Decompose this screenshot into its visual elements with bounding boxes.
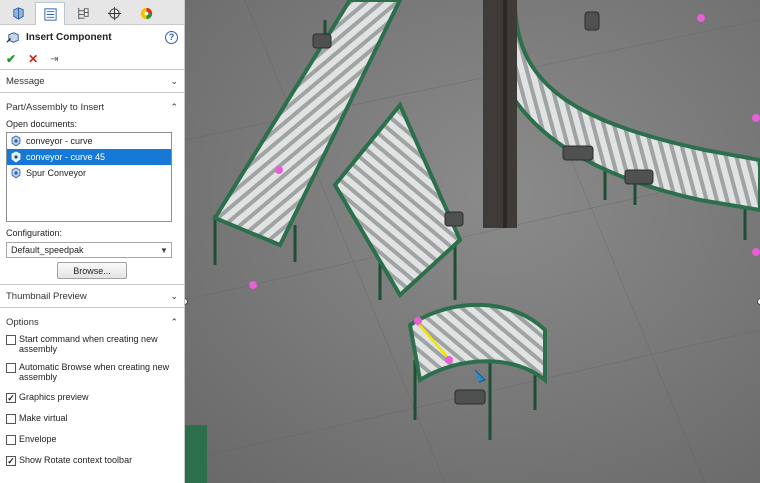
message-section-header[interactable]: Message ⌄	[0, 70, 184, 92]
part-assembly-section-header[interactable]: Part/Assembly to Insert ⌃	[0, 96, 184, 118]
chevron-up-icon[interactable]: ⌃	[170, 102, 178, 113]
assembly-graphics[interactable]	[185, 0, 760, 483]
option-label: Automatic Browse when creating new assem…	[19, 362, 170, 382]
checkbox[interactable]	[6, 414, 16, 424]
property-manager-icon	[43, 7, 57, 21]
document-name: Spur Conveyor	[26, 168, 87, 178]
page-title: Insert Component	[26, 31, 112, 43]
feature-manager-icon	[12, 7, 24, 20]
option-envelope[interactable]: Envelope	[0, 434, 184, 445]
option-rotate-toolbar[interactable]: ✓ Show Rotate context toolbar	[0, 455, 184, 466]
option-label: Graphics preview	[19, 392, 89, 402]
open-documents-list[interactable]: conveyor - curve conveyor - curve 45 Spu…	[6, 132, 172, 222]
thumbnail-section-label: Thumbnail Preview	[6, 290, 87, 302]
option-automatic-browse[interactable]: Automatic Browse when creating new assem…	[0, 362, 184, 382]
tab-display-manager[interactable]	[131, 2, 161, 25]
divider	[0, 307, 184, 308]
display-manager-icon	[140, 7, 152, 20]
chevron-down-icon[interactable]: ⌄	[170, 291, 178, 302]
checkbox[interactable]: ✓	[6, 393, 16, 403]
option-label: Start command when creating new assembly	[19, 334, 158, 354]
option-graphics-preview[interactable]: ✓ Graphics preview	[0, 392, 184, 403]
checkbox[interactable]	[6, 435, 16, 445]
thumbnail-section-header[interactable]: Thumbnail Preview ⌄	[0, 285, 184, 307]
option-make-virtual[interactable]: Make virtual	[0, 413, 184, 424]
chevron-down-icon[interactable]: ⌄	[170, 76, 178, 87]
browse-button[interactable]: Browse...	[57, 262, 127, 279]
checkbox[interactable]	[6, 335, 16, 345]
configuration-select[interactable]: Default_speedpak ▼	[6, 242, 172, 258]
document-name: conveyor - curve	[26, 136, 93, 146]
edge-conveyor-fragment	[185, 425, 207, 483]
manager-tabs	[0, 0, 184, 25]
tab-property-manager[interactable]	[35, 2, 65, 25]
option-start-command[interactable]: Start command when creating new assembly	[0, 334, 184, 354]
list-item[interactable]: conveyor - curve	[7, 133, 171, 149]
property-manager-header: Insert Component ?	[0, 25, 184, 49]
option-label: Show Rotate context toolbar	[19, 455, 133, 465]
help-icon[interactable]: ?	[165, 30, 178, 44]
cancel-button[interactable]: ✕	[28, 52, 38, 66]
chevron-up-icon[interactable]: ⌃	[170, 317, 178, 328]
configuration-value: Default_speedpak	[11, 245, 84, 255]
tab-feature-manager[interactable]	[3, 2, 33, 25]
document-name: conveyor - curve 45	[26, 152, 106, 162]
insert-component-icon	[6, 31, 19, 43]
ok-button[interactable]: ✔	[6, 52, 16, 66]
assembly-icon	[11, 167, 21, 179]
tab-dimxpert-manager[interactable]	[99, 2, 129, 25]
tab-configuration-manager[interactable]	[67, 2, 97, 25]
message-section-label: Message	[6, 75, 45, 87]
property-manager-panel: Insert Component ? ✔ ✕ ⇥ Message ⌄ Part/…	[0, 0, 185, 483]
configuration-label: Configuration:	[6, 228, 63, 238]
action-bar: ✔ ✕ ⇥	[0, 49, 184, 69]
list-item-selected[interactable]: conveyor - curve 45	[7, 149, 171, 165]
divider	[0, 92, 184, 93]
checkbox[interactable]	[6, 363, 16, 373]
graphics-viewport[interactable]	[185, 0, 760, 483]
list-item[interactable]: Spur Conveyor	[7, 165, 171, 181]
open-documents-label: Open documents:	[6, 119, 78, 129]
options-section-header[interactable]: Options ⌃	[0, 311, 184, 333]
configuration-manager-icon	[77, 7, 89, 20]
assembly-icon	[11, 151, 21, 163]
dimxpert-manager-icon	[107, 6, 121, 21]
part-assembly-section-label: Part/Assembly to Insert	[6, 101, 105, 113]
checkbox[interactable]: ✓	[6, 456, 16, 466]
pillar-edge	[503, 0, 507, 228]
option-label: Envelope	[19, 434, 57, 444]
chevron-down-icon[interactable]: ▼	[157, 246, 171, 255]
option-label: Make virtual	[19, 413, 68, 423]
options-section-label: Options	[6, 316, 39, 328]
support-pillar	[483, 0, 517, 228]
keep-visible-button[interactable]: ⇥	[50, 54, 58, 65]
assembly-icon	[11, 135, 21, 147]
